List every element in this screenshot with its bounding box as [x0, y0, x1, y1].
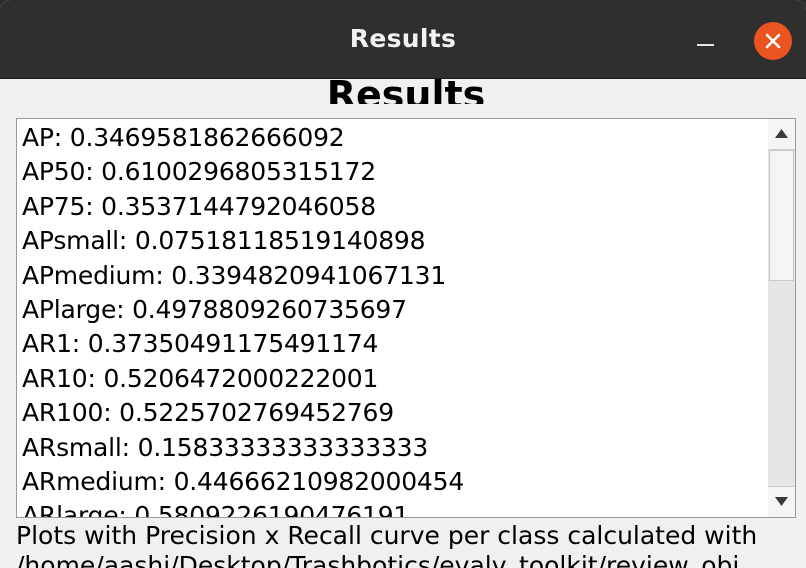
result-line: APlarge: 0.4978809260735697	[22, 295, 407, 325]
scroll-up-button[interactable]	[768, 119, 795, 150]
scrollbar-track[interactable]	[768, 150, 795, 486]
window-content: Results AP: 0.3469581862666092 AP50: 0.61…	[6, 79, 806, 568]
result-line: APmedium: 0.3394820941067131	[22, 260, 447, 290]
footer-line-2: /home/aashi/Desktop/Trashbotics/evalv_to…	[16, 551, 740, 568]
window-title: Results	[349, 24, 457, 53]
results-textbox[interactable]: AP: 0.3469581862666092 AP50: 0.6100296805…	[16, 118, 770, 518]
result-line: ARmedium: 0.44666210982000454	[22, 467, 465, 497]
results-window: Results Results AP: 0.3469581862666092 AP…	[0, 0, 806, 568]
result-line: AP50: 0.6100296805315172	[22, 157, 376, 187]
result-line: APsmall: 0.07518118519140898	[22, 226, 426, 256]
result-line: AR100: 0.5225702769452769	[22, 398, 394, 428]
close-icon	[765, 33, 781, 49]
close-button[interactable]	[754, 22, 792, 60]
results-heading: Results	[326, 79, 486, 104]
result-line: AP75: 0.3537144792046058	[22, 191, 376, 221]
result-line: ARsmall: 0.15833333333333333	[22, 432, 429, 462]
result-line: ARlarge: 0.5809226190476191	[22, 501, 410, 518]
result-line: AR1: 0.37350491175491174	[22, 329, 379, 359]
minimize-icon[interactable]	[697, 44, 714, 46]
result-line: AP: 0.3469581862666092	[22, 123, 345, 152]
arrow-up-icon	[775, 129, 788, 138]
result-line: AR10: 0.5206472000222001	[22, 363, 379, 393]
vertical-scrollbar[interactable]	[768, 118, 796, 518]
footer-line-1: Plots with Precision x Recall curve per …	[16, 521, 758, 550]
scroll-down-button[interactable]	[768, 486, 795, 517]
arrow-down-icon	[775, 497, 788, 506]
title-bar[interactable]: Results	[0, 0, 806, 79]
results-lines: AP: 0.3469581862666092 AP50: 0.6100296805…	[22, 121, 465, 518]
scrollbar-thumb[interactable]	[769, 150, 794, 281]
footer-text: Plots with Precision x Recall curve per …	[16, 521, 806, 568]
